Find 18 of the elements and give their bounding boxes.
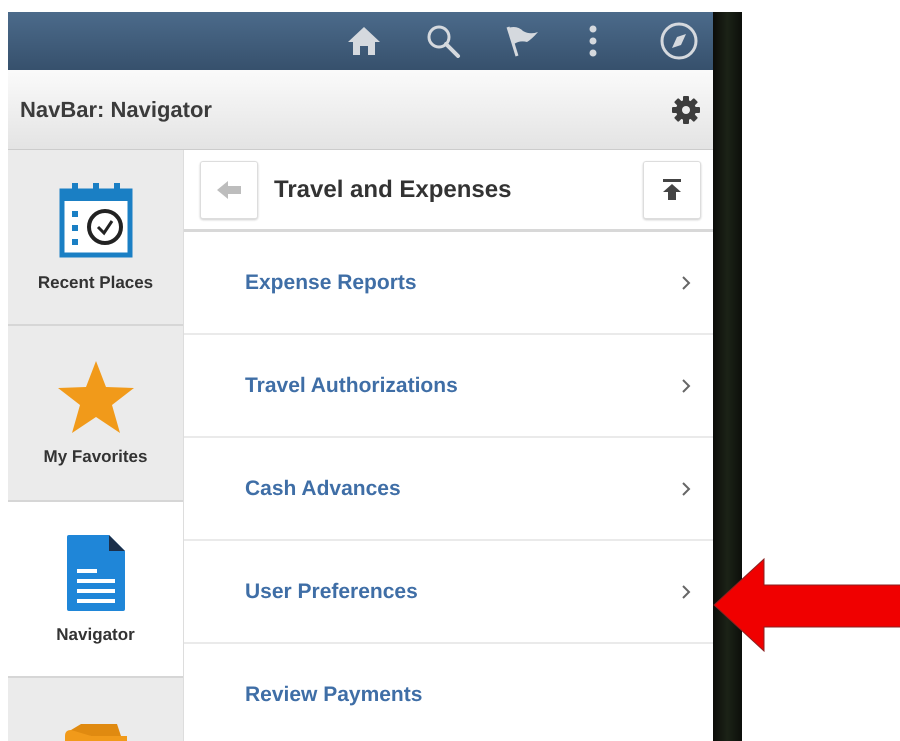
chevron-right-icon [681,274,691,290]
chevron-right-icon [681,480,691,496]
move-up-icon [662,178,682,200]
more-icon[interactable] [589,25,597,57]
compass-icon[interactable] [659,21,699,61]
document-icon [64,533,126,613]
panel-title: Travel and Expenses [274,176,512,204]
home-icon[interactable] [347,25,381,57]
search-icon[interactable] [425,24,461,58]
back-arrow-icon [215,180,243,200]
header-title: NavBar: Navigator [20,96,212,122]
flag-icon[interactable] [505,25,539,57]
settings-icon[interactable] [671,94,701,124]
sidebar-item[interactable]: Navigator [8,502,183,678]
chevron-right-icon [681,378,691,394]
star-icon [56,359,136,435]
chevron-right-icon [681,584,691,600]
collapse-button[interactable] [643,160,701,218]
